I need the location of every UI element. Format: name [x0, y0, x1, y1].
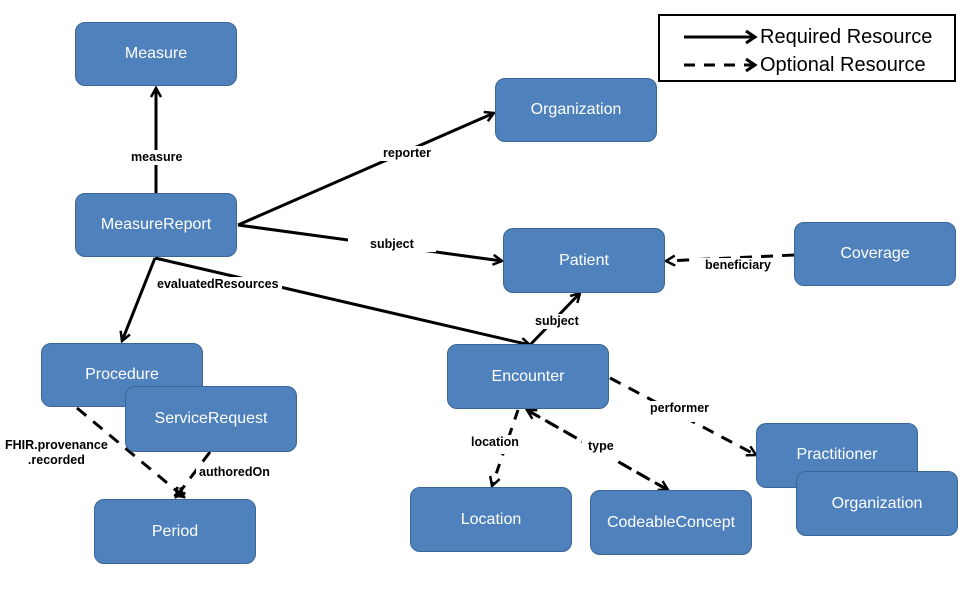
edge-reporter — [237, 113, 494, 227]
edge-label-location: location — [467, 435, 523, 454]
node-organization-reporter[interactable]: Organization — [495, 78, 657, 142]
node-codeable-concept[interactable]: CodeableConcept — [590, 490, 752, 555]
edge-label-evaluated-resources: evaluatedResources — [154, 277, 282, 292]
edge-label-performer: performer — [644, 401, 716, 422]
node-patient[interactable]: Patient — [503, 228, 665, 293]
edge-label-beneficiary: beneficiary — [697, 258, 780, 273]
legend-optional: Optional Resource — [682, 52, 926, 78]
node-location[interactable]: Location — [410, 487, 572, 552]
legend-required: Required Resource — [682, 24, 932, 50]
edge-label-authored-on: authoredOn — [196, 465, 273, 480]
edge-label-subject-patient: subject — [348, 237, 436, 252]
node-encounter[interactable]: Encounter — [447, 344, 609, 409]
edge-label-provenance: FHIR.provenance .recorded — [2, 438, 111, 468]
dashed-arrow-icon — [684, 57, 758, 73]
node-measure[interactable]: Measure — [75, 22, 237, 86]
legend-required-label: Required Resource — [760, 25, 933, 48]
legend: Required Resource Optional Resource — [658, 14, 956, 82]
edge-label-subject-encounter: subject — [532, 314, 582, 329]
edge-evaluated-procedure — [122, 257, 157, 341]
node-organization-performer[interactable]: Organization — [796, 471, 958, 536]
edge-label-reporter: reporter — [380, 146, 434, 161]
node-period[interactable]: Period — [94, 499, 256, 564]
node-service-request[interactable]: ServiceRequest — [125, 386, 297, 452]
edge-label-type: type — [582, 439, 620, 460]
node-measure-report[interactable]: MeasureReport — [75, 193, 237, 257]
edge-label-provenance-line2: .recorded — [27, 453, 85, 467]
edge-evaluated-encounter — [154, 256, 530, 345]
edge-label-measure: measure — [128, 150, 186, 165]
node-coverage[interactable]: Coverage — [794, 222, 956, 286]
edge-label-provenance-line1: FHIR.provenance — [5, 438, 108, 452]
legend-optional-label: Optional Resource — [760, 53, 926, 76]
solid-arrow-icon — [684, 29, 758, 45]
